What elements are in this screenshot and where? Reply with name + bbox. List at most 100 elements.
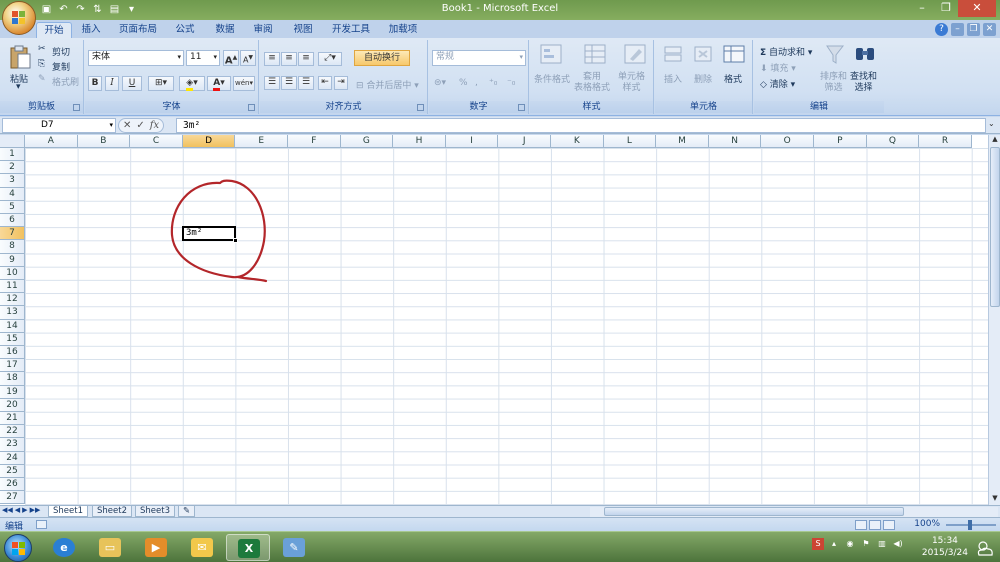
column-header-g[interactable]: G	[340, 135, 394, 148]
horizontal-scroll-thumb[interactable]	[604, 507, 904, 516]
page-break-view-icon[interactable]	[883, 520, 895, 530]
workbook-restore-icon[interactable]: ❐	[967, 23, 980, 36]
vertical-scrollbar[interactable]: ▲ ▼	[988, 135, 1000, 505]
taskbar-excel[interactable]: X	[226, 534, 270, 561]
row-header-11[interactable]: 11	[0, 280, 25, 294]
row-header-16[interactable]: 16	[0, 346, 25, 360]
taskbar-clock[interactable]: 15:34 2015/3/24	[922, 535, 968, 559]
enter-entry-icon[interactable]: ✓	[136, 120, 144, 131]
align-top-button[interactable]: ≡	[264, 52, 280, 66]
font-launcher-icon[interactable]	[248, 104, 255, 111]
column-header-i[interactable]: I	[445, 135, 499, 148]
normal-view-icon[interactable]	[855, 520, 867, 530]
fill-button[interactable]: ⬇ 填充 ▾	[760, 61, 796, 74]
vertical-scroll-thumb[interactable]	[990, 147, 1000, 307]
tab-developer[interactable]: 开发工具	[326, 22, 376, 38]
row-header-25[interactable]: 25	[0, 464, 25, 478]
phonetic-button[interactable]: wén▾	[233, 76, 255, 91]
format-painter-button[interactable]: 格式刷	[52, 75, 79, 88]
worksheet-grid[interactable]: ABCDEFGHIJKLMNOPQR 1 2 3 4 5 6 7 8 9 10 11 12 13 14 15…	[0, 135, 988, 505]
column-header-k[interactable]: K	[551, 135, 604, 148]
orientation-button[interactable]: ⤢▾	[318, 52, 342, 66]
insert-function-icon[interactable]: fx	[150, 120, 159, 131]
tab-insert[interactable]: 插入	[76, 22, 106, 38]
row-header-15[interactable]: 15	[0, 332, 25, 346]
row-header-27[interactable]: 27	[0, 491, 25, 505]
sheet-tab-2[interactable]: Sheet2	[92, 506, 132, 517]
borders-button[interactable]: ⊞▾	[148, 76, 174, 91]
cut-icon[interactable]: ✂	[38, 44, 46, 54]
prev-sheet-icon[interactable]: ◀	[15, 506, 20, 514]
cut-button[interactable]: 剪切	[52, 45, 70, 58]
cell-style-button[interactable]: 单元格 样式	[618, 72, 645, 94]
number-format-select[interactable]: 常规 ▾	[432, 50, 526, 66]
close-icon[interactable]: ✕	[958, 0, 996, 17]
delete-cells-icon[interactable]	[693, 44, 715, 64]
insert-cells-icon[interactable]	[663, 44, 685, 64]
scroll-down-icon[interactable]: ▼	[989, 494, 1000, 505]
column-header-b[interactable]: B	[77, 135, 131, 148]
merge-center-button[interactable]: ⊟ 合并后居中 ▾	[356, 78, 419, 91]
grow-font-button[interactable]: A▲	[223, 50, 239, 66]
percent-button[interactable]: %	[459, 78, 468, 88]
sheet-tab-3[interactable]: Sheet3	[135, 506, 175, 517]
delete-cells-button[interactable]: 删除	[694, 72, 712, 85]
sheet-tab-1[interactable]: Sheet1	[48, 506, 88, 517]
row-header-7[interactable]: 7	[0, 227, 25, 241]
column-header-r[interactable]: R	[919, 135, 972, 148]
page-layout-view-icon[interactable]	[869, 520, 881, 530]
row-header-18[interactable]: 18	[0, 372, 25, 386]
tab-data[interactable]: 数据	[208, 22, 242, 38]
workbook-close-icon[interactable]: ✕	[983, 23, 996, 36]
taskbar-mail[interactable]: ✉	[180, 534, 224, 561]
row-header-1[interactable]: 1	[0, 148, 25, 162]
accounting-format-button[interactable]: ⊜▾	[434, 78, 446, 88]
align-right-button[interactable]: ☰	[298, 76, 314, 90]
first-sheet-icon[interactable]: ◀◀	[2, 506, 13, 514]
paste-icon[interactable]	[8, 44, 32, 70]
volume-icon[interactable]: ◀)	[892, 538, 904, 550]
row-header-20[interactable]: 20	[0, 398, 25, 412]
format-cells-icon[interactable]	[723, 44, 745, 64]
conditional-format-button[interactable]: 条件格式	[534, 72, 570, 85]
decrease-indent-button[interactable]: ⇤	[318, 76, 332, 90]
row-header-12[interactable]: 12	[0, 293, 25, 307]
alignment-launcher-icon[interactable]	[417, 104, 424, 111]
office-button[interactable]	[2, 1, 36, 35]
align-bottom-button[interactable]: ≡	[298, 52, 314, 66]
row-header-10[interactable]: 10	[0, 266, 25, 280]
clipboard-launcher-icon[interactable]	[73, 104, 80, 111]
decrease-decimal-button[interactable]: ⁻₀	[507, 78, 515, 88]
tab-home[interactable]: 开始	[36, 22, 72, 38]
insert-sheet-icon[interactable]: ✎	[178, 506, 196, 517]
fill-color-button[interactable]: ◈▾	[179, 76, 205, 91]
help-icon[interactable]: ?	[935, 23, 948, 36]
column-header-o[interactable]: O	[761, 135, 814, 148]
autosum-button[interactable]: Σ 自动求和 ▾	[760, 45, 812, 58]
column-header-q[interactable]: Q	[866, 135, 920, 148]
row-header-9[interactable]: 9	[0, 253, 25, 267]
row-header-8[interactable]: 8	[0, 240, 25, 254]
tray-app-icon[interactable]: ◉	[844, 538, 856, 550]
number-launcher-icon[interactable]	[518, 104, 525, 111]
row-header-23[interactable]: 23	[0, 438, 25, 452]
italic-button[interactable]: I	[105, 76, 119, 91]
workbook-minimize-icon[interactable]: –	[951, 23, 964, 36]
row-header-26[interactable]: 26	[0, 478, 25, 492]
row-header-21[interactable]: 21	[0, 412, 25, 426]
weather-icon[interactable]	[974, 538, 996, 558]
ime-icon[interactable]: S	[812, 538, 824, 550]
column-header-j[interactable]: J	[498, 135, 551, 148]
start-button[interactable]	[4, 534, 32, 562]
column-header-e[interactable]: E	[235, 135, 288, 148]
sort-filter-icon[interactable]	[824, 44, 846, 66]
align-middle-button[interactable]: ≡	[281, 52, 297, 66]
flag-icon[interactable]: ⚑	[860, 538, 872, 550]
table-format-button[interactable]: 套用 表格格式	[574, 72, 610, 94]
format-painter-icon[interactable]: ✎	[38, 74, 46, 84]
column-header-f[interactable]: F	[288, 135, 341, 148]
scroll-up-icon[interactable]: ▲	[989, 135, 1000, 146]
taskbar-paint[interactable]: ✎	[272, 534, 316, 561]
row-header-14[interactable]: 14	[0, 319, 25, 333]
shrink-font-button[interactable]: A▼	[240, 50, 256, 66]
